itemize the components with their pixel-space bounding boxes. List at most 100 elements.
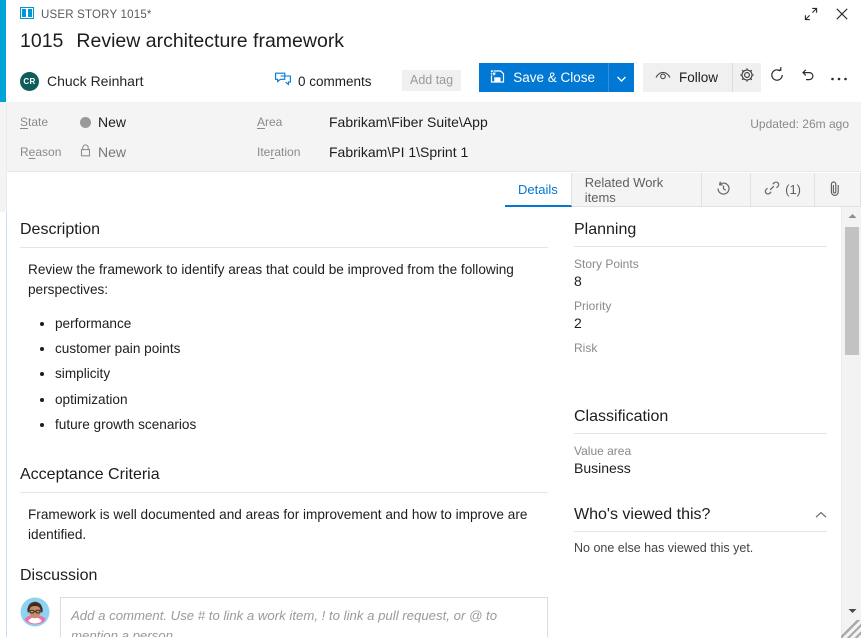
classification-heading: Classification: [574, 394, 827, 433]
field-area[interactable]: Area Fabrikam\Fiber Suite\App: [257, 114, 488, 130]
field-story-points-value: 8: [574, 273, 582, 289]
tab-links[interactable]: (1): [751, 173, 815, 206]
chevron-up-icon[interactable]: [815, 506, 827, 524]
field-state[interactable]: State New: [20, 114, 126, 130]
expand-button[interactable]: [795, 3, 826, 29]
page-title: 1015 Review architecture framework: [20, 30, 344, 53]
field-priority-label: Priority: [574, 299, 612, 313]
comment-input[interactable]: Add a comment. Use # to link a work item…: [60, 596, 548, 638]
dialog-header: USER STORY 1015* 1015 Review architectur…: [7, 0, 861, 102]
field-story-points[interactable]: Story Points 8: [574, 247, 827, 289]
scroll-up-arrow[interactable]: [842, 207, 861, 225]
acceptance-criteria-paragraph: Framework is well documented and areas f…: [28, 506, 528, 542]
save-and-close-button[interactable]: Save & Close: [479, 63, 608, 92]
details-pane: Description Review the framework to iden…: [8, 207, 560, 638]
field-priority-value: 2: [574, 315, 582, 331]
classification-heading-label: Classification: [574, 408, 669, 425]
settings-button[interactable]: [732, 63, 761, 92]
viewers-heading-label: Who's viewed this?: [574, 506, 711, 523]
attachment-icon: [828, 180, 842, 200]
content-left-edge: [0, 212, 7, 638]
lock-icon: [80, 144, 91, 160]
work-item-tabs: Details Related Work items (1): [505, 173, 861, 207]
tab-links-count: (1): [785, 182, 801, 197]
tab-attachments[interactable]: [815, 173, 861, 206]
viewers-empty-text: No one else has viewed this yet.: [574, 541, 754, 555]
description-bullet-list: performance customer pain points simplic…: [28, 314, 540, 435]
user-photo-avatar: [20, 597, 50, 632]
vertical-scrollbar[interactable]: [841, 207, 861, 638]
avatar: CR: [20, 71, 39, 91]
work-item-field-strip: State New Reason New Area Fabrikam\Fiber: [7, 102, 861, 172]
field-priority[interactable]: Priority 2: [574, 289, 827, 331]
planning-heading: Planning: [574, 207, 827, 246]
field-risk[interactable]: Risk: [574, 331, 827, 372]
panel-spacer: [574, 372, 827, 394]
tab-related-work-items-label: Related Work items: [584, 174, 664, 205]
planning-heading-label: Planning: [574, 221, 637, 238]
ellipsis-icon: [830, 69, 848, 87]
field-value-area-label: Value area: [574, 444, 632, 458]
work-item-dialog: USER STORY 1015* 1015 Review architectur…: [0, 0, 861, 638]
undo-button[interactable]: [792, 63, 823, 92]
fieldstrip-left-edge: [0, 102, 7, 212]
field-iteration[interactable]: Iteration Fabrikam\PI 1\Sprint 1: [257, 144, 468, 160]
description-body[interactable]: Review the framework to identify areas t…: [8, 248, 560, 435]
header-accent-bar: [0, 0, 6, 102]
comments-count: 0 comments: [298, 73, 372, 89]
close-button[interactable]: [826, 3, 857, 29]
field-reason-label: Reason: [20, 145, 62, 159]
panel-spacer-2: [574, 476, 827, 492]
work-item-toolbar: Save & Close Follow: [479, 63, 854, 92]
description-paragraph: Review the framework to identify areas t…: [28, 262, 514, 298]
field-reason: Reason New: [20, 144, 126, 160]
field-iteration-label: Iteration: [257, 145, 301, 159]
follow-label: Follow: [678, 70, 718, 85]
field-risk-value: [574, 355, 827, 372]
comments-link[interactable]: 0 comments: [275, 66, 372, 96]
side-panel: Planning Story Points 8 Priority 2 Risk …: [560, 207, 841, 638]
field-value-area[interactable]: Value area Business: [574, 434, 827, 476]
history-icon: [715, 180, 732, 200]
tab-details-label: Details: [518, 181, 558, 197]
chevron-down-icon: [616, 69, 626, 87]
scroll-down-arrow[interactable]: [842, 602, 861, 620]
discussion-composer: Add a comment. Use # to link a work item…: [8, 587, 560, 638]
user-story-icon: [20, 6, 34, 24]
work-item-id: 1015: [20, 30, 64, 52]
field-reason-value: New: [98, 144, 127, 160]
close-icon: [835, 7, 849, 26]
field-state-label: State: [20, 115, 49, 129]
comments-icon: [275, 72, 291, 91]
field-reason-value-wrap: New: [80, 144, 126, 160]
state-dot-icon: [80, 116, 91, 128]
tab-history[interactable]: [702, 173, 752, 206]
work-item-title[interactable]: Review architecture framework: [76, 30, 344, 53]
save-options-dropdown[interactable]: [607, 63, 634, 92]
list-item: performance: [55, 314, 540, 334]
list-item: simplicity: [55, 364, 540, 384]
updated-timestamp: Updated: 26m ago: [750, 117, 849, 131]
acceptance-criteria-body[interactable]: Framework is well documented and areas f…: [8, 493, 560, 545]
viewers-heading[interactable]: Who's viewed this?: [574, 492, 827, 531]
follow-button[interactable]: Follow: [642, 63, 732, 92]
refresh-button[interactable]: [761, 63, 792, 92]
window-controls: [795, 3, 857, 29]
field-value-area-value: Business: [574, 460, 631, 476]
assigned-to[interactable]: CR Chuck Reinhart: [20, 71, 144, 91]
list-item: customer pain points: [55, 339, 540, 359]
toolbar-gap: [634, 63, 643, 92]
resize-grip[interactable]: [841, 620, 861, 638]
list-item: future growth scenarios: [55, 415, 540, 435]
field-area-label: Area: [257, 115, 283, 129]
scrollbar-thumb[interactable]: [845, 227, 859, 355]
eye-icon: [655, 70, 671, 85]
undo-icon: [800, 67, 816, 88]
tab-related-work-items[interactable]: Related Work items: [572, 173, 703, 206]
tab-details[interactable]: Details: [505, 173, 572, 207]
add-tag-button[interactable]: Add tag: [402, 70, 462, 91]
expand-icon: [804, 7, 818, 26]
field-state-value: New: [98, 114, 127, 130]
field-iteration-value: Fabrikam\PI 1\Sprint 1: [329, 144, 469, 160]
more-actions-button[interactable]: [823, 63, 854, 92]
